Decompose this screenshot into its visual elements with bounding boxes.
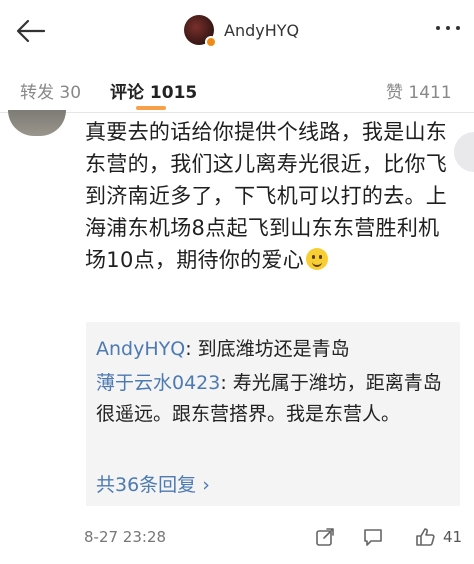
reply-item[interactable]: 薄于云水0423: 寿光属于潍坊，距离青岛很遥远。跟东营搭界。我是东营人。 bbox=[96, 368, 451, 430]
comment-footer: 8-27 23:28 41 bbox=[0, 518, 474, 558]
comment-time: 8-27 23:28 bbox=[84, 528, 167, 546]
username[interactable]: AndyHYQ bbox=[224, 21, 299, 40]
scroll-indicator bbox=[446, 114, 474, 194]
avatar[interactable] bbox=[184, 15, 217, 48]
reply-item[interactable]: AndyHYQ: 到底潍坊还是青岛 bbox=[96, 334, 451, 365]
tab-comments[interactable]: 评论 1015 bbox=[110, 78, 197, 103]
more-options-icon[interactable] bbox=[436, 18, 460, 38]
verified-badge-icon bbox=[205, 36, 217, 48]
tabs-bar: 转发 30 评论 1015 赞 1411 bbox=[0, 70, 474, 110]
back-arrow-icon[interactable] bbox=[14, 14, 48, 48]
comment-icon[interactable] bbox=[362, 526, 384, 548]
comment-text: 真要去的话给你提供个线路，我是山东东营的，我们这儿离寿光很近，比你飞到济南近多了… bbox=[85, 120, 448, 272]
top-bar: AndyHYQ bbox=[0, 0, 474, 62]
active-tab-indicator bbox=[136, 106, 166, 110]
tab-likes[interactable]: 赞 1411 bbox=[386, 78, 452, 103]
reply-thread[interactable]: AndyHYQ: 到底潍坊还是青岛 薄于云水0423: 寿光属于潍坊，距离青岛很… bbox=[86, 322, 460, 506]
divider bbox=[0, 112, 474, 113]
user-header[interactable]: AndyHYQ bbox=[184, 14, 299, 48]
share-icon[interactable] bbox=[314, 526, 336, 548]
commenter-avatar[interactable] bbox=[8, 110, 66, 136]
reply-author[interactable]: 薄于云水0423 bbox=[96, 372, 220, 394]
like-count: 41 bbox=[443, 528, 463, 546]
reply-text: : 到底潍坊还是青岛 bbox=[185, 338, 350, 360]
like-thumb-icon[interactable] bbox=[414, 526, 436, 548]
comment-body: 真要去的话给你提供个线路，我是山东东营的，我们这儿离寿光很近，比你飞到济南近多了… bbox=[85, 116, 460, 276]
tab-repost[interactable]: 转发 30 bbox=[20, 78, 81, 103]
reply-author[interactable]: AndyHYQ bbox=[96, 338, 185, 360]
view-more-replies-link[interactable]: 共36条回复 › bbox=[96, 470, 210, 497]
smile-emoji-icon bbox=[306, 248, 329, 270]
